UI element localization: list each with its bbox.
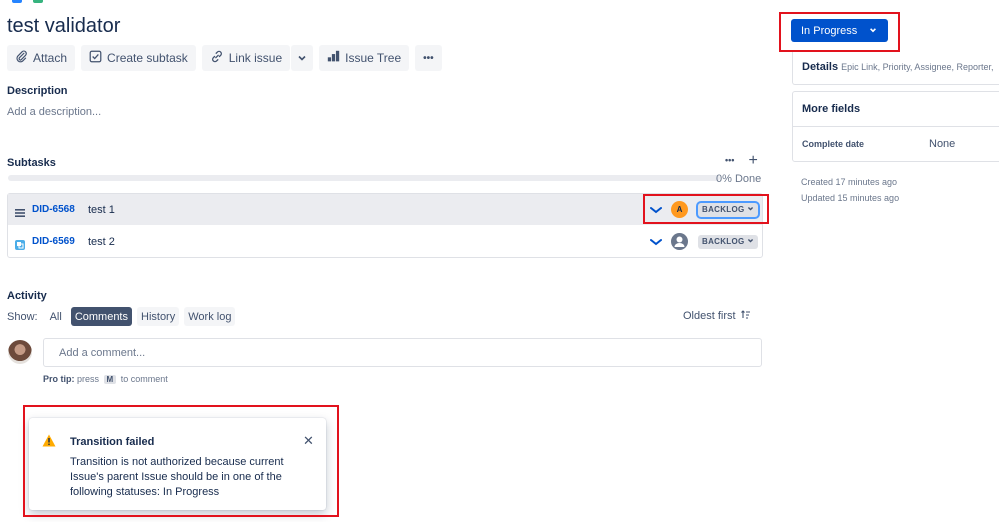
created-timestamp: Created 17 minutes ago [801,177,898,187]
activity-filter-bar: Show: All Comments History Work log [7,307,236,326]
chevron-down-icon [747,237,754,246]
panel-divider [793,126,999,127]
subtask-progress-bar [8,175,720,181]
sort-label: Oldest first [683,310,736,322]
sort-icon [740,310,751,322]
paperclip-icon [15,50,28,66]
create-subtask-button[interactable]: Create subtask [81,45,196,71]
more-actions-button[interactable]: ••• [415,45,442,71]
updated-timestamp: Updated 15 minutes ago [801,193,900,203]
subtask-actions: ••• + [725,153,758,169]
breadcrumb [8,0,47,4]
comment-input[interactable]: Add a comment... [43,338,762,367]
description-heading: Description [7,85,68,97]
filter-work-log[interactable]: Work log [184,307,236,326]
chevron-down-icon [297,51,307,66]
more-fields-panel: More fields Complete date None [792,91,999,162]
status-dropdown[interactable]: BACKLOG [698,234,758,249]
more-fields-title[interactable]: More fields [802,103,860,115]
subtask-square-icon [15,237,25,250]
details-panel[interactable]: Details Epic Link, Priority, Assignee, Re… [792,52,999,85]
complete-date-value[interactable]: None [929,138,955,150]
attach-button[interactable]: Attach [7,45,76,71]
protip-suffix: to comment [120,374,168,384]
subtask-more-button[interactable]: ••• [725,155,734,167]
status-label: BACKLOG [702,237,745,246]
subtask-lines-icon [15,205,25,217]
attach-label: Attach [33,51,68,65]
sort-order-button[interactable]: Oldest first [683,310,751,322]
subtask-key[interactable]: DID-6569 [32,236,75,247]
details-label: Details [802,61,839,73]
highlight-box-flag [23,405,339,517]
complete-date-label: Complete date [802,139,865,149]
details-summary: Epic Link, Priority, Assignee, Reporter, [841,62,994,72]
issue-tree-label: Issue Tree [345,51,402,65]
current-user-avatar [8,340,32,364]
pro-tip: Pro tip: press M to comment [43,374,168,384]
filter-comments[interactable]: Comments [70,307,132,326]
subtask-summary[interactable]: test 2 [88,236,115,248]
details-title: Details Epic Link, Priority, Assignee, Re… [802,61,993,73]
issue-title[interactable]: test validator [7,15,120,38]
filter-all[interactable]: All [45,307,66,326]
protip-press: press [77,374,100,384]
link-icon [210,50,224,66]
link-issue-dropdown[interactable] [291,45,314,71]
issue-type-icon [33,0,44,4]
more-icon: ••• [423,52,434,64]
link-issue-label: Link issue [228,51,283,65]
link-issue-button[interactable]: Link issue [201,45,291,71]
tree-icon [327,50,340,66]
description-field[interactable]: Add a description... [7,106,101,118]
project-icon [12,0,22,4]
subtask-key[interactable]: DID-6568 [32,204,75,215]
add-subtask-button[interactable]: + [748,153,757,169]
issue-tree-button[interactable]: Issue Tree [319,45,410,71]
subtask-progress-label: 0% Done [716,173,762,185]
protip-label: Pro tip: [43,374,75,384]
show-label: Show: [7,310,38,323]
activity-heading: Activity [7,290,47,302]
unassigned-avatar-icon[interactable] [671,233,688,250]
issue-toolbar: Attach Create subtask Link issue Issue T… [7,45,442,71]
highlight-box-status [779,12,900,52]
highlight-box-subtask [643,194,769,224]
priority-low-icon[interactable] [650,235,662,249]
protip-key: M [103,375,117,384]
create-subtask-label: Create subtask [107,51,188,65]
subtask-checkbox-icon [89,50,102,66]
subtasks-heading: Subtasks [7,157,56,169]
filter-history[interactable]: History [137,307,180,326]
subtask-summary[interactable]: test 1 [88,204,115,216]
subtask-row[interactable]: DID-6569 test 2 BACKLOG [8,226,762,257]
